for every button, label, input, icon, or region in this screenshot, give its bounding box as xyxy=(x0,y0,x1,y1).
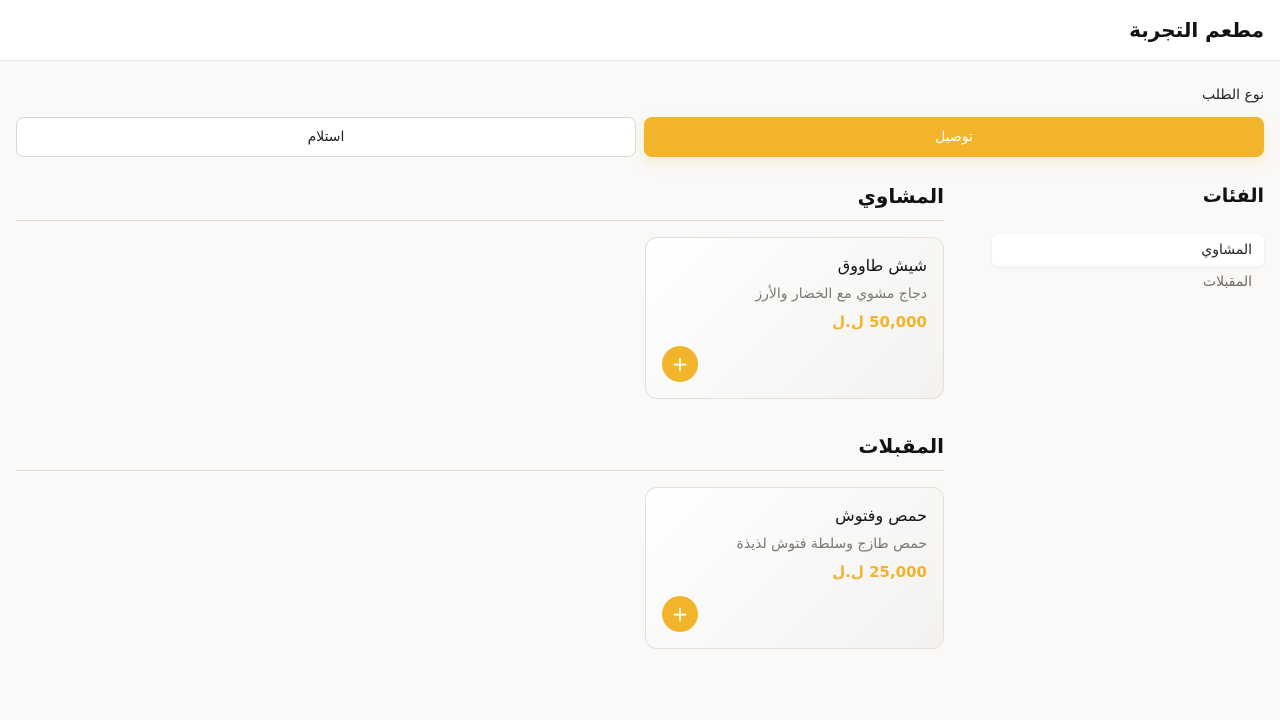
order-type-toggle: توصيل استلام xyxy=(16,117,1264,157)
app-header: مطعم التجربة xyxy=(0,0,1280,61)
category-item-grills[interactable]: المشاوي xyxy=(992,234,1264,266)
add-to-cart-button[interactable]: + xyxy=(662,346,698,382)
menu-section-appetizers: المقبلات حمص وفتوش حمص طازج وسلطة فتوش ل… xyxy=(16,431,944,649)
add-to-cart-button[interactable]: + xyxy=(662,596,698,632)
pickup-button[interactable]: استلام xyxy=(16,117,636,157)
item-price: 50,000 ل.ل xyxy=(832,313,927,331)
delivery-button[interactable]: توصيل xyxy=(644,117,1264,157)
order-type-label: نوع الطلب xyxy=(1202,87,1264,103)
restaurant-title: مطعم التجربة xyxy=(1129,18,1264,42)
categories-sidebar: الفئات المشاوي المقبلات xyxy=(984,181,1264,681)
menu-list: المشاوي شيش طاووق دجاج مشوي مع الخضار وا… xyxy=(16,181,944,681)
order-type-section: نوع الطلب توصيل استلام xyxy=(0,61,1280,157)
section-title: المقبلات xyxy=(16,431,944,471)
categories-title: الفئات xyxy=(1202,185,1264,207)
section-title: المشاوي xyxy=(16,181,944,221)
menu-section-grills: المشاوي شيش طاووق دجاج مشوي مع الخضار وا… xyxy=(16,181,944,399)
item-description: حمص طازج وسلطة فتوش لذيذة xyxy=(736,536,927,552)
main-content: الفئات المشاوي المقبلات المشاوي شيش طاوو… xyxy=(0,157,1280,681)
categories-list: المشاوي المقبلات xyxy=(984,234,1264,298)
item-name: شيش طاووق xyxy=(837,256,927,275)
item-price: 25,000 ل.ل xyxy=(832,563,927,581)
menu-item-card: حمص وفتوش حمص طازج وسلطة فتوش لذيذة 25,0… xyxy=(645,487,944,649)
item-description: دجاج مشوي مع الخضار والأرز xyxy=(755,286,927,302)
item-name: حمص وفتوش xyxy=(835,506,927,525)
category-item-appetizers[interactable]: المقبلات xyxy=(992,266,1264,298)
menu-item-card: شيش طاووق دجاج مشوي مع الخضار والأرز 50,… xyxy=(645,237,944,399)
app-page: مطعم التجربة نوع الطلب توصيل استلام الفئ… xyxy=(0,0,1280,720)
